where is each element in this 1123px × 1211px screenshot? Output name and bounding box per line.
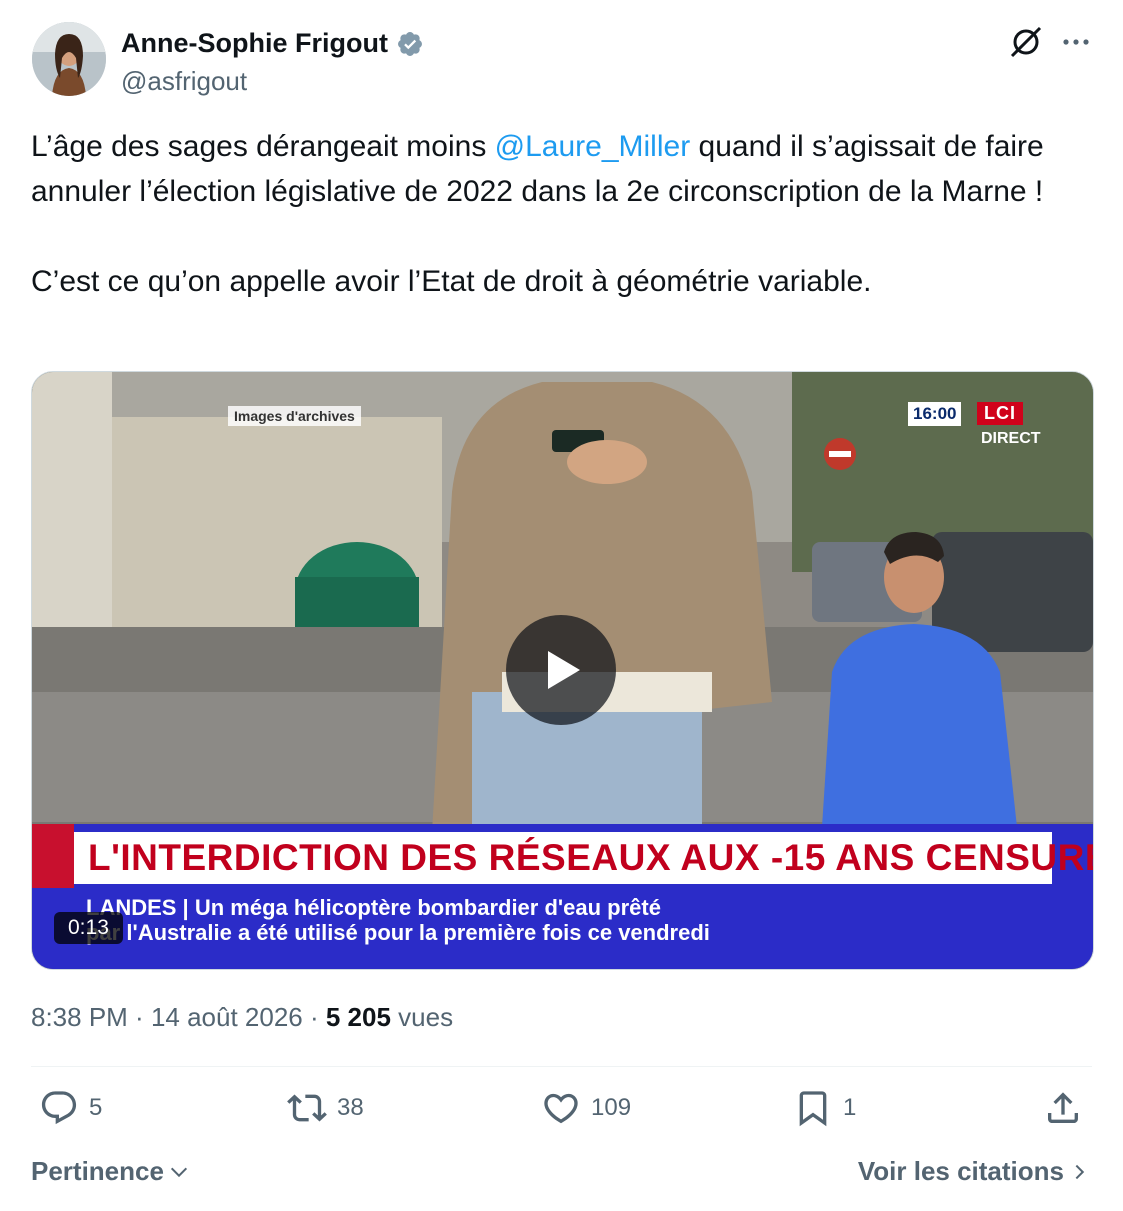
repost-icon [287,1094,327,1122]
tweet-meta: 8:38 PM · 14 août 2026 · 5 205 vues [31,1002,453,1033]
repost-button[interactable]: 38 [287,1088,364,1128]
sort-dropdown[interactable]: Pertinence [31,1156,190,1187]
chevron-right-icon [1075,1164,1085,1179]
news-headline: L'INTERDICTION DES RÉSEAUX AUX -15 ANS C… [74,832,1093,884]
views-count: 5 205 [325,1002,391,1032]
video-player[interactable]: Images d'archives 16:00 LCI DIRECT L'INT… [31,371,1094,970]
tweet-date[interactable]: 14 août 2026 [151,1002,303,1032]
play-button[interactable] [506,615,616,725]
bookmark-button[interactable]: 1 [793,1088,856,1128]
divider [31,1066,1092,1067]
heart-icon [544,1093,578,1124]
like-count: 109 [591,1094,632,1121]
archive-label: Images d'archives [228,406,361,426]
tweet-text-segment: L’âge des sages dérangeait moins [31,130,495,163]
author-name-row[interactable]: Anne-Sophie Frigout [121,28,424,59]
mention-link[interactable]: @Laure_Miller [495,130,691,163]
tweet-time[interactable]: 8:38 PM [31,1002,128,1032]
reply-button[interactable]: 5 [39,1088,102,1128]
chevron-down-icon [170,1167,187,1177]
bookmark-count: 1 [843,1094,857,1121]
avatar[interactable] [32,22,106,96]
more-options-icon[interactable] [1060,26,1092,58]
share-icon [1048,1092,1078,1123]
banner-accent [32,824,74,888]
verified-badge-icon [398,31,422,56]
reply-count: 5 [89,1094,103,1121]
tweet-header: Anne-Sophie Frigout @asfrigout [32,22,1092,100]
news-ticker: LANDES | Un méga hélicoptère bombardier … [86,895,710,945]
bookmark-icon [799,1091,827,1127]
ticker-line-1: LANDES | Un méga hélicoptère bombardier … [86,895,661,920]
meta-separator: · [127,1002,151,1032]
grok-icon[interactable] [1008,24,1044,60]
sort-label: Pertinence [31,1156,164,1186]
ticker-line-2: par l'Australie a été utilisé pour la pr… [86,920,710,945]
repost-count: 38 [337,1094,364,1121]
video-duration: 0:13 [54,912,123,944]
view-quotes-link[interactable]: Voir les citations [858,1156,1090,1187]
share-button[interactable] [1043,1088,1083,1128]
broadcast-time: 16:00 [908,402,962,426]
channel-logo: LCI [977,402,1023,425]
author-name[interactable]: Anne-Sophie Frigout [121,28,388,59]
action-bar: 5 38 109 1 [31,1088,1092,1140]
like-button[interactable]: 109 [541,1088,631,1128]
play-icon [548,651,580,689]
views-label: vues [390,1002,454,1032]
tweet-paragraph-2: C’est ce qu’on appelle avoir l’Etat de d… [31,265,872,298]
live-label: DIRECT [981,430,1041,447]
view-quotes-label: Voir les citations [857,1156,1064,1186]
reply-icon [41,1091,77,1125]
meta-separator: · [302,1002,326,1032]
author-handle[interactable]: @asfrigout [121,66,247,97]
tweet-paragraph-1: L’âge des sages dérangeait moins @Laure_… [31,124,1091,214]
tweet-text: L’âge des sages dérangeait moins @Laure_… [31,124,1091,304]
